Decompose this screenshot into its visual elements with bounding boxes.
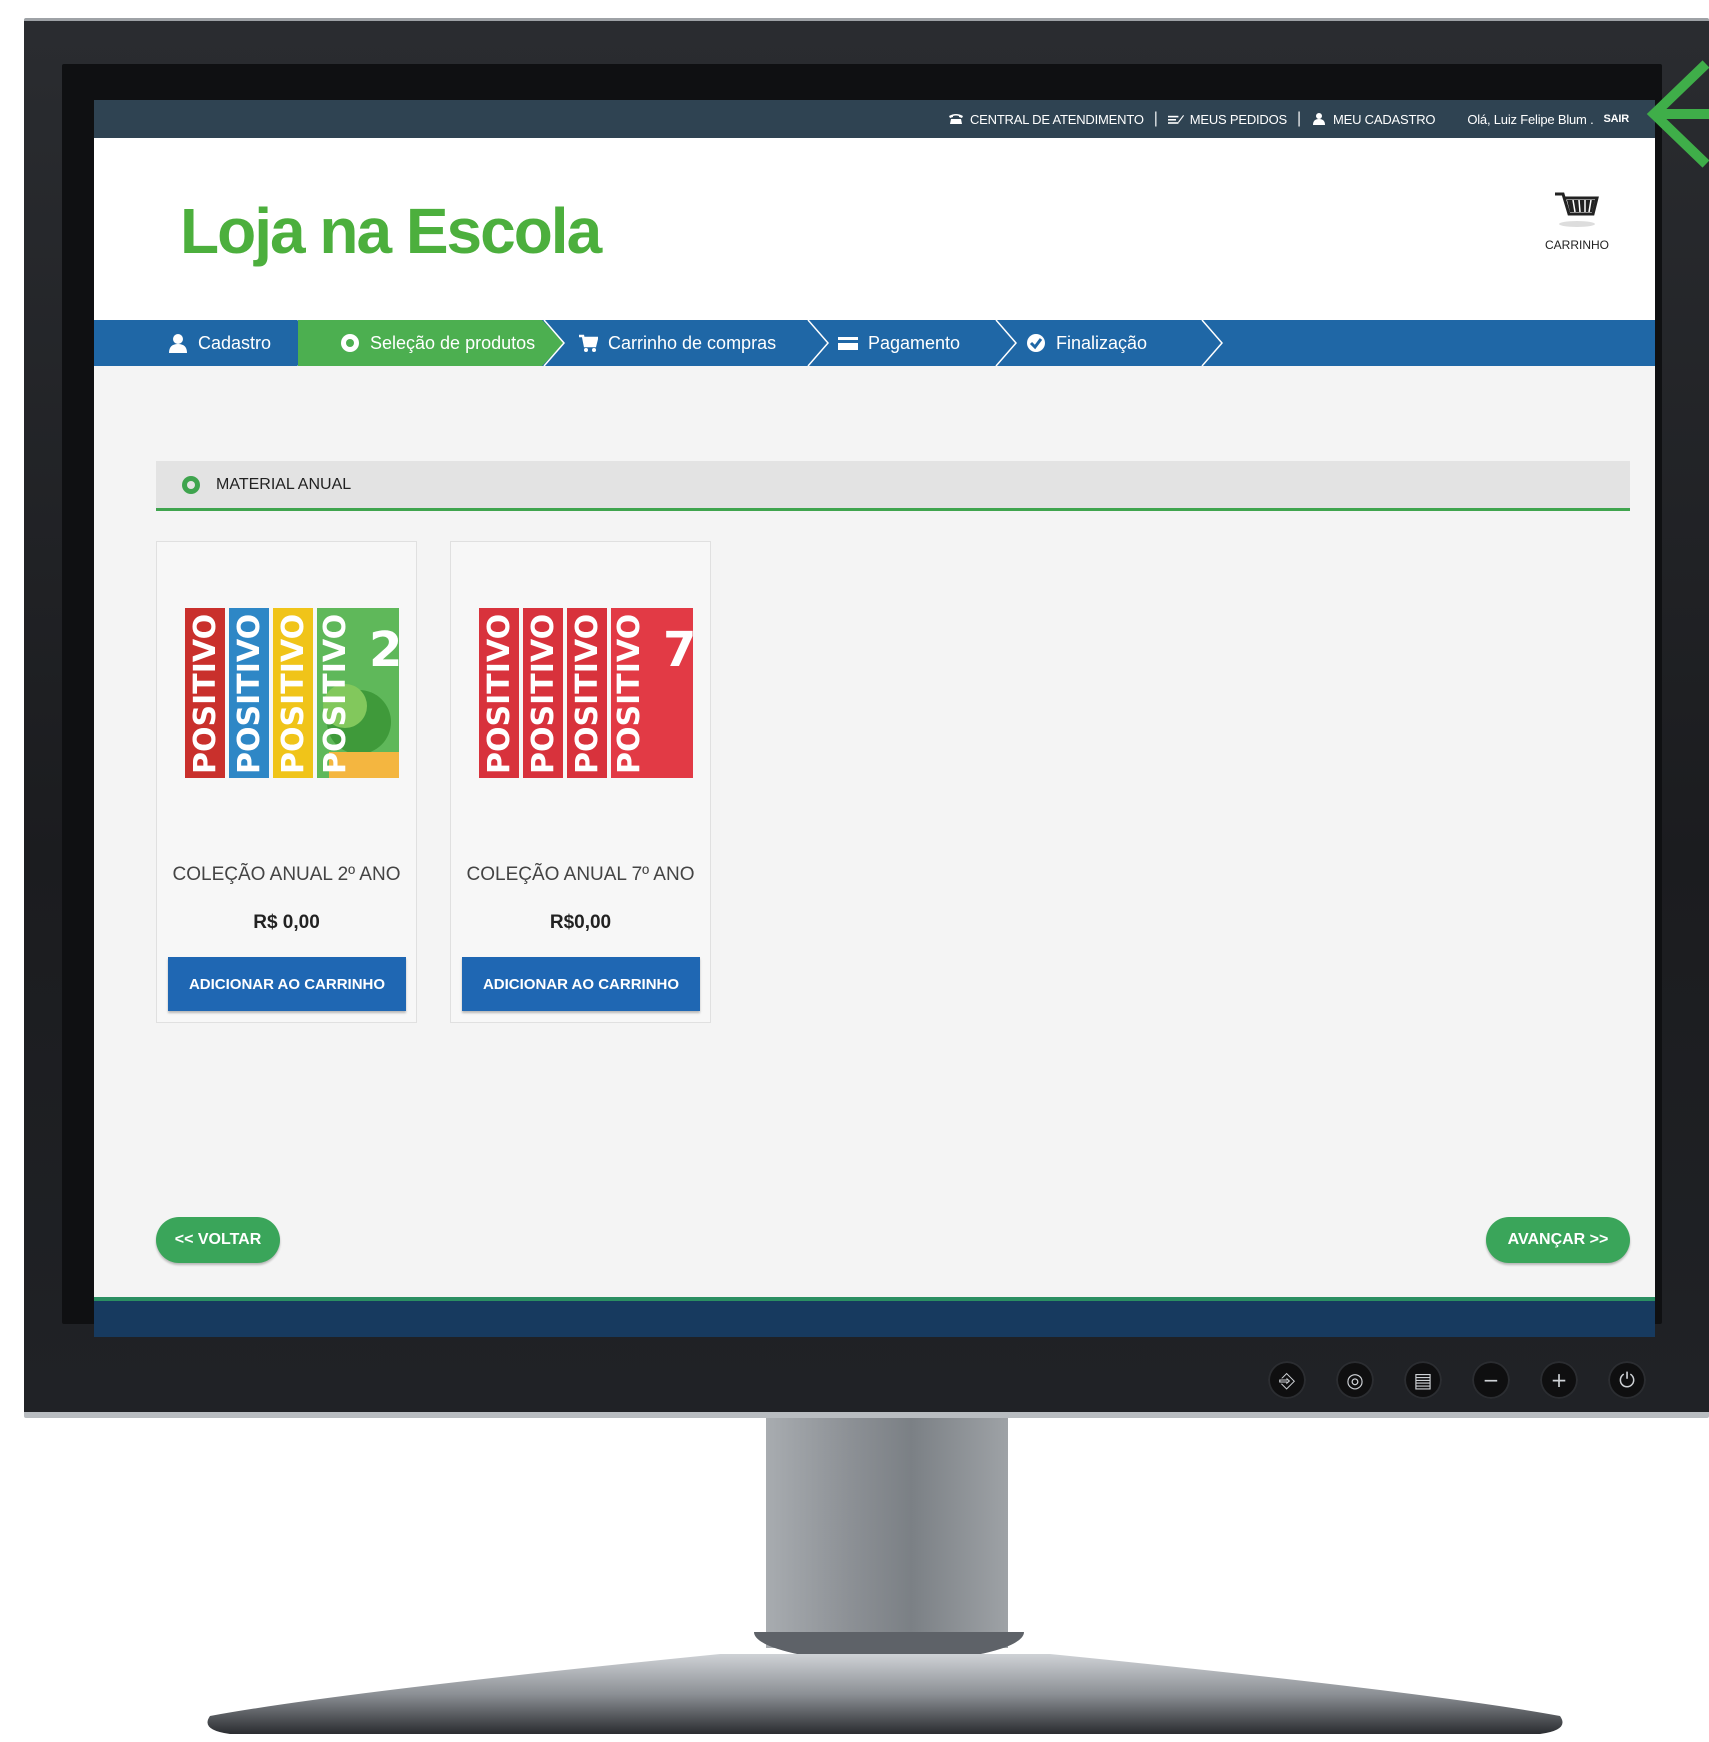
step-label: Pagamento xyxy=(868,332,961,353)
cover-number: 2 xyxy=(369,622,402,678)
circle-icon xyxy=(341,334,359,352)
greeting-text: Olá, Luiz Felipe Blum . xyxy=(1467,111,1594,127)
back-button[interactable]: << VOLTAR xyxy=(156,1217,280,1263)
step-carrinho-compras[interactable]: Carrinho de compras xyxy=(570,320,800,366)
logout-link[interactable]: SAIR xyxy=(1604,113,1630,125)
pointer-arrow-icon xyxy=(1646,60,1709,168)
product-price: R$ 0,00 xyxy=(253,912,320,933)
section-header: MATERIAL ANUAL xyxy=(156,461,1630,511)
step-divider xyxy=(1201,320,1223,366)
power-icon[interactable]: ⏻ xyxy=(1608,1361,1646,1399)
support-link[interactable]: CENTRAL DE ATENDIMENTO xyxy=(948,112,1144,127)
separator: | xyxy=(1153,110,1158,127)
step-pagamento[interactable]: Pagamento xyxy=(838,320,988,366)
header: Loja na Escola CARRINHO xyxy=(94,138,1655,320)
cover-brand-text: POSITIVO xyxy=(276,614,311,774)
monitor-controls: ⎆ ◎ ▤ − + ⏻ xyxy=(1268,1361,1646,1399)
cover-brand-text: POSITIVO xyxy=(188,614,223,774)
cover-brand-text: POSITIVO xyxy=(612,614,647,774)
phone-icon xyxy=(948,114,963,124)
step-finalizacao[interactable]: Finalização xyxy=(1026,320,1186,366)
checkout-steps: Cadastro Seleção de produtos Carrinho de… xyxy=(94,320,1655,366)
cart-icon xyxy=(1555,192,1599,227)
step-divider xyxy=(807,320,829,366)
card-icon xyxy=(838,337,858,350)
check-circle-icon xyxy=(1027,334,1045,352)
plus-icon[interactable]: + xyxy=(1540,1361,1578,1399)
product-name: COLEÇÃO ANUAL 7º ANO xyxy=(466,864,695,885)
circle-icon xyxy=(182,475,200,494)
add-to-cart-button[interactable]: ADICIONAR AO CARRINHO xyxy=(462,957,700,1011)
orders-label: MEUS PEDIDOS xyxy=(1189,111,1288,127)
step-selecao-produtos[interactable]: Seleção de produtos xyxy=(298,320,542,366)
monitor-base xyxy=(207,1654,1563,1734)
cart-label: CARRINHO xyxy=(1544,238,1609,252)
step-label: Carrinho de compras xyxy=(608,332,777,353)
minus-icon[interactable]: − xyxy=(1472,1361,1510,1399)
add-to-cart-button[interactable]: ADICIONAR AO CARRINHO xyxy=(168,957,406,1011)
step-label: Cadastro xyxy=(198,332,272,353)
product-card: POSITIVO POSITIVO POSITIVO POSITIVO 7 CO… xyxy=(450,541,711,1023)
input-icon[interactable]: ⎆ xyxy=(1268,1361,1306,1399)
step-label: Finalização xyxy=(1056,332,1148,353)
step-cadastro[interactable]: Cadastro xyxy=(94,320,302,366)
top-bar: CENTRAL DE ATENDIMENTO | MEUS PEDIDOS | … xyxy=(94,100,1655,138)
step-divider xyxy=(995,320,1017,366)
user-icon xyxy=(1312,113,1325,125)
cover-brand-text: POSITIVO xyxy=(318,614,353,774)
cover-brand-text: POSITIVO xyxy=(526,614,561,774)
account-link[interactable]: MEU CADASTRO xyxy=(1311,111,1436,127)
cart-button[interactable]: CARRINHO xyxy=(1537,190,1617,252)
orders-link[interactable]: MEUS PEDIDOS xyxy=(1167,111,1288,127)
next-button[interactable]: AVANÇAR >> xyxy=(1486,1217,1630,1263)
cover-brand-text: POSITIVO xyxy=(570,614,605,774)
edit-list-icon xyxy=(1167,115,1184,124)
product-name: COLEÇÃO ANUAL 2º ANO xyxy=(172,864,401,885)
screen: CENTRAL DE ATENDIMENTO | MEUS PEDIDOS | … xyxy=(94,100,1655,1337)
section-title: MATERIAL ANUAL xyxy=(216,475,352,493)
user-icon xyxy=(169,334,187,353)
source-icon[interactable]: ◎ xyxy=(1336,1361,1374,1399)
cover-number: 7 xyxy=(663,622,696,678)
stage: CENTRAL DE ATENDIMENTO | MEUS PEDIDOS | … xyxy=(0,0,1709,1742)
step-divider xyxy=(542,320,565,366)
account-label: MEU CADASTRO xyxy=(1332,111,1436,127)
menu-icon[interactable]: ▤ xyxy=(1404,1361,1442,1399)
product-price: R$0,00 xyxy=(549,912,612,933)
cart-icon xyxy=(579,334,598,352)
cover-brand-text: POSITIVO xyxy=(482,614,517,774)
product-card: POSITIVO POSITIVO POSITIVO POSITIVO 2 CO… xyxy=(156,541,417,1023)
monitor-neck xyxy=(766,1418,1008,1648)
cover-brand-text: POSITIVO xyxy=(232,614,267,774)
step-label: Seleção de produtos xyxy=(370,332,536,353)
support-label: CENTRAL DE ATENDIMENTO xyxy=(969,111,1144,127)
product-image[interactable]: POSITIVO POSITIVO POSITIVO POSITIVO 7 xyxy=(473,602,699,784)
store-logo[interactable]: Loja na Escola xyxy=(180,194,602,268)
product-image[interactable]: POSITIVO POSITIVO POSITIVO POSITIVO 2 xyxy=(179,602,405,784)
footer-bar xyxy=(94,1297,1655,1337)
separator: | xyxy=(1297,110,1301,127)
